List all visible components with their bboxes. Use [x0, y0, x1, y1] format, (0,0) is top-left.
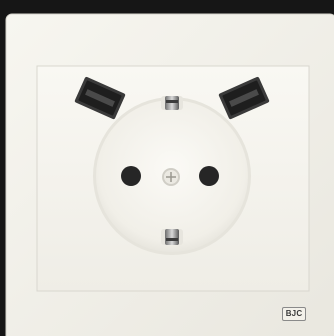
- earth-clip-top-icon: [161, 96, 183, 110]
- brand-logo: BJC: [282, 307, 306, 321]
- socket-illustration: [5, 13, 334, 336]
- pin-hole-left-icon: [121, 166, 141, 186]
- center-screw-icon: [162, 168, 180, 186]
- pin-hole-right-icon: [199, 166, 219, 186]
- product-photo: BJC: [0, 0, 334, 336]
- earth-clip-bottom-icon: [161, 229, 183, 245]
